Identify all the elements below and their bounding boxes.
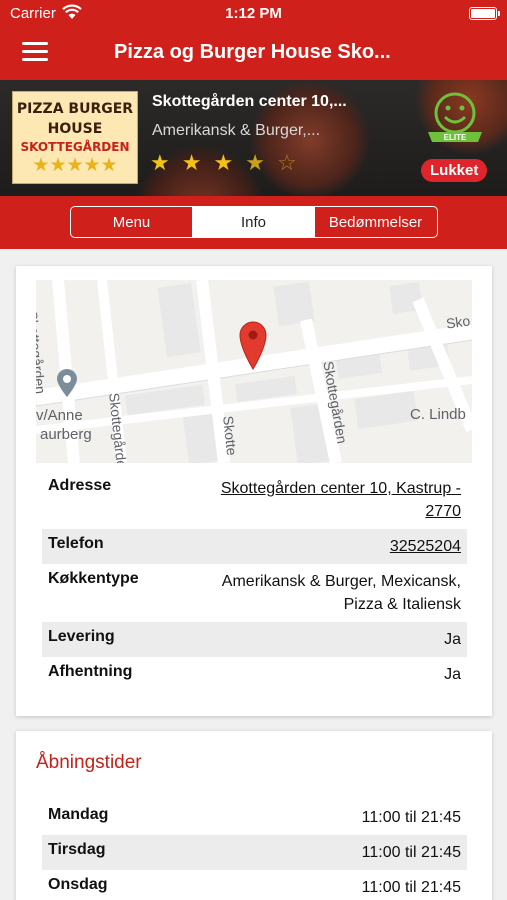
logo-stars: ★★★★★	[32, 155, 118, 176]
map-label: Sko	[445, 312, 472, 332]
map-label: aurberg	[40, 426, 92, 443]
map-label: C. Lindb	[410, 406, 466, 423]
page-title: Pizza og Burger House Sko...	[114, 41, 391, 63]
hours-day: Onsdag	[48, 876, 108, 893]
star-icon: ★	[245, 150, 265, 175]
info-row-cuisine: Køkkentype Amerikansk & Burger, Mexicans…	[42, 564, 467, 622]
tab-menu[interactable]: Menu	[71, 207, 192, 237]
opening-hours-table: Mandag 11:00 til 21:45 Tirsdag 11:00 til…	[42, 800, 467, 900]
map-pin-icon[interactable]	[238, 320, 268, 370]
info-value: Ja	[444, 666, 461, 683]
open-status-badge: Lukket	[421, 159, 488, 182]
star-icon: ★	[150, 150, 170, 175]
address-link[interactable]: Skottegården center 10, Kastrup - 2770	[191, 477, 461, 523]
tab-reviews[interactable]: Bedømmelser	[314, 207, 436, 237]
logo-line-1: PIZZA BURGER	[16, 101, 134, 117]
star-icon: ★	[213, 150, 234, 175]
restaurant-cuisine-short: Amerikansk & Burger,...	[152, 122, 321, 139]
hours-day: Mandag	[48, 806, 109, 823]
tab-info[interactable]: Info	[192, 207, 314, 237]
hamburger-menu-icon[interactable]	[22, 42, 48, 62]
hours-time: 11:00 til 21:45	[361, 809, 461, 826]
info-key: Adresse	[48, 477, 112, 494]
hours-row: Mandag 11:00 til 21:45	[42, 800, 467, 835]
clock: 1:12 PM	[225, 5, 282, 22]
info-key: Telefon	[48, 535, 104, 552]
restaurant-address-short: Skottegården center 10,...	[152, 93, 347, 110]
hours-row: Onsdag 11:00 til 21:45	[42, 870, 467, 900]
info-value: Amerikansk & Burger, Mexicansk, Pizza & …	[221, 573, 461, 613]
logo-line-3: SKOTTEGÅRDEN	[20, 140, 130, 154]
info-value: Ja	[444, 631, 461, 648]
map-streets	[36, 280, 472, 463]
info-row-delivery: Levering Ja	[42, 622, 467, 657]
hours-time: 11:00 til 21:45	[361, 844, 461, 861]
elite-badge-icon: ELITE	[428, 92, 482, 142]
elite-badge-text: ELITE	[444, 133, 467, 142]
status-bar: Carrier 1:12 PM	[0, 0, 507, 28]
navigation-bar: Pizza og Burger House Sko...	[0, 28, 507, 80]
star-icon: ★	[181, 150, 202, 175]
poi-pin-icon[interactable]	[56, 368, 78, 398]
map-label: v/Anne	[36, 407, 83, 424]
star-icon: ☆	[276, 150, 297, 175]
restaurant-banner: PIZZA BURGER HOUSE SKOTTEGÅRDEN ★★★★★ Sk…	[0, 80, 507, 196]
phone-link[interactable]: 32525204	[390, 535, 461, 558]
logo-line-2: HOUSE	[47, 121, 103, 137]
hours-time: 11:00 til 21:45	[361, 879, 461, 896]
location-map[interactable]: Skottegården Skottegården Skotte Skotteg…	[36, 280, 472, 463]
rating-stars: ★ ★ ★ ★ ☆	[150, 150, 309, 176]
info-row-phone: Telefon 32525204	[42, 529, 467, 564]
tab-bar: Menu Info Bedømmelser	[0, 196, 507, 249]
hours-day: Tirsdag	[48, 841, 106, 858]
info-key: Afhentning	[48, 663, 133, 680]
opening-hours-card: Åbningstider Mandag 11:00 til 21:45 Tirs…	[16, 731, 492, 900]
info-row-pickup: Afhentning Ja	[42, 657, 467, 692]
opening-hours-title: Åbningstider	[36, 752, 142, 773]
battery-icon	[469, 7, 500, 20]
restaurant-logo: PIZZA BURGER HOUSE SKOTTEGÅRDEN ★★★★★	[12, 91, 138, 184]
info-key: Levering	[48, 628, 115, 645]
info-row-address: Adresse Skottegården center 10, Kastrup …	[42, 471, 467, 529]
info-key: Køkkentype	[48, 570, 139, 587]
hours-row: Tirsdag 11:00 til 21:45	[42, 835, 467, 870]
info-card: Skottegården Skottegården Skotte Skotteg…	[16, 266, 492, 716]
app-header: Carrier 1:12 PM Pizza og Burger House Sk…	[0, 0, 507, 80]
info-table: Adresse Skottegården center 10, Kastrup …	[42, 471, 467, 692]
segmented-control: Menu Info Bedømmelser	[70, 206, 438, 238]
